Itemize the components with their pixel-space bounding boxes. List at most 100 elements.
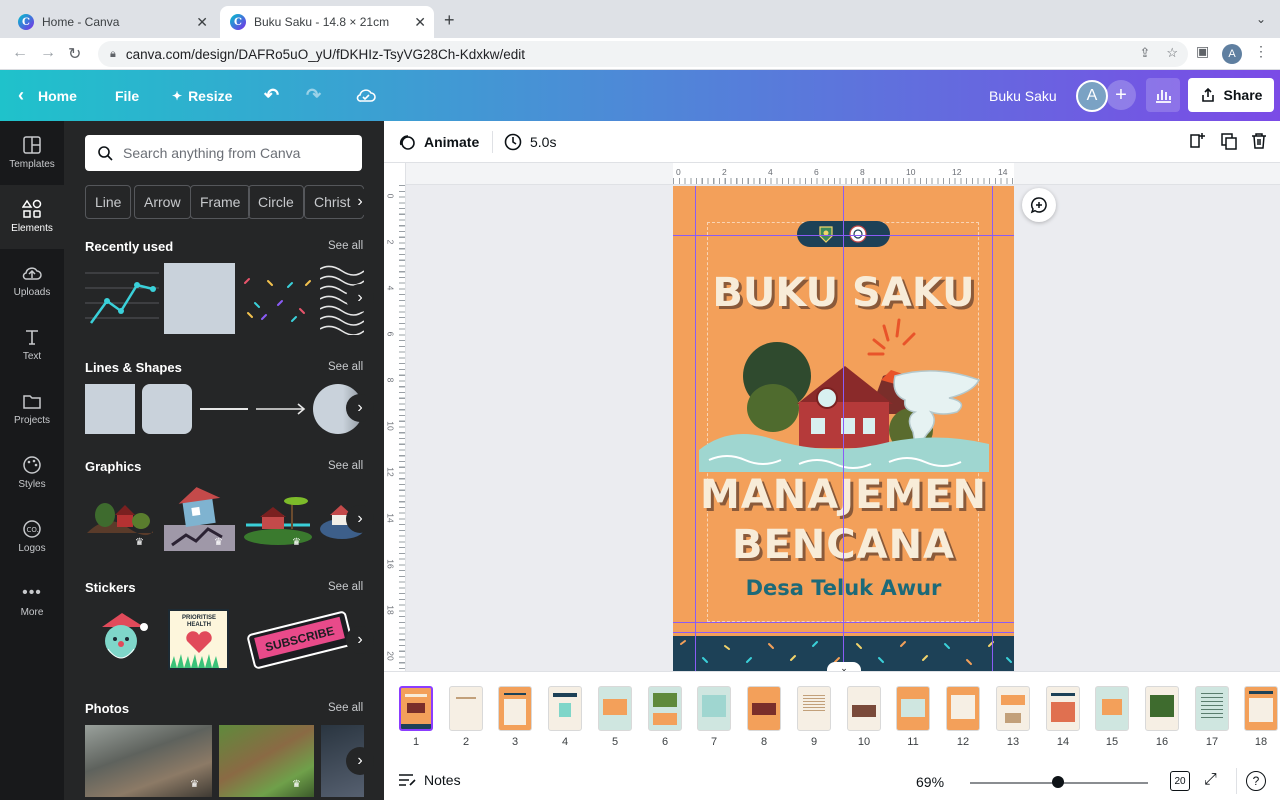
chips-next-arrow-icon[interactable]: › xyxy=(350,188,370,216)
stickers-next-arrow-icon[interactable]: › xyxy=(346,626,374,654)
page-thumbnail[interactable] xyxy=(946,686,980,731)
rail-text[interactable]: Text xyxy=(0,313,64,377)
page-thumbnail[interactable] xyxy=(1244,686,1278,731)
notes-button[interactable]: Notes xyxy=(398,772,461,788)
rail-styles[interactable]: Styles xyxy=(0,441,64,505)
line-chart-element-thumb[interactable] xyxy=(85,263,159,333)
page-thumbnail[interactable] xyxy=(747,686,781,731)
user-avatar[interactable]: A xyxy=(1076,80,1108,112)
arrow-line-shape-thumb[interactable] xyxy=(256,402,308,416)
rounded-square-shape-thumb[interactable] xyxy=(142,384,192,434)
rail-templates[interactable]: Templates xyxy=(0,121,64,185)
square-shape-thumb[interactable] xyxy=(85,384,135,434)
prioritise-health-sticker-thumb[interactable]: PRIORITISE HEALTH xyxy=(168,609,229,670)
rail-projects[interactable]: Projects xyxy=(0,377,64,441)
disaster-illustration[interactable] xyxy=(699,314,989,474)
file-menu-button[interactable]: File xyxy=(115,70,139,121)
resize-button[interactable]: ✦ Resize xyxy=(172,70,232,121)
browser-profile-avatar[interactable]: A xyxy=(1222,44,1242,64)
page-thumbnail[interactable] xyxy=(598,686,632,731)
new-tab-button[interactable]: + xyxy=(444,10,455,31)
guide-line xyxy=(673,632,1014,633)
page-thumbnail[interactable] xyxy=(847,686,881,731)
see-all-lines[interactable]: See all xyxy=(328,361,363,373)
page-thumbnail[interactable] xyxy=(697,686,731,731)
lines-next-arrow-icon[interactable]: › xyxy=(346,394,374,422)
add-comment-button[interactable] xyxy=(1022,188,1056,222)
page-thumbnail[interactable] xyxy=(548,686,582,731)
forward-arrow-icon[interactable]: → xyxy=(40,44,56,62)
show-pages-chevron-icon[interactable]: ⌄ xyxy=(827,662,861,671)
design-title[interactable]: Buku Saku xyxy=(989,70,1057,121)
design-page[interactable]: BUKU SAKU MANAJEMEN BENCANA Desa Teluk A… xyxy=(673,186,1014,671)
page-thumbnail[interactable] xyxy=(797,686,831,731)
graphics-next-arrow-icon[interactable]: › xyxy=(346,505,374,533)
close-tab-icon[interactable]: ✕ xyxy=(196,14,208,31)
delete-page-icon[interactable] xyxy=(1250,132,1268,155)
page-thumbnail[interactable] xyxy=(399,686,433,731)
earthquake-house-graphic-thumb[interactable] xyxy=(164,485,235,551)
confetti-element-thumb[interactable] xyxy=(240,263,314,333)
duplicate-page-icon[interactable] xyxy=(1220,132,1238,155)
landslide-house-graphic-thumb[interactable] xyxy=(85,485,155,551)
page-thumbnail[interactable] xyxy=(449,686,483,731)
photos-next-arrow-icon[interactable]: › xyxy=(346,747,374,775)
share-button[interactable]: Share xyxy=(1188,78,1274,112)
santa-sticker-thumb[interactable] xyxy=(88,609,154,671)
page-thumbnail[interactable] xyxy=(498,686,532,731)
share-page-icon[interactable]: ⇪ xyxy=(1139,45,1150,61)
page-thumbnail[interactable] xyxy=(996,686,1030,731)
search-input[interactable]: Search anything from Canva xyxy=(85,135,362,171)
insights-chart-icon[interactable] xyxy=(1146,78,1180,112)
undo-icon[interactable]: ↶ xyxy=(264,70,279,121)
side-panel-icon[interactable]: ▣ xyxy=(1196,43,1209,60)
subscribe-sticker-thumb[interactable]: SUBSCRIBE xyxy=(244,607,356,673)
zoom-slider-handle[interactable] xyxy=(1052,776,1064,788)
animate-button[interactable]: Animate xyxy=(398,121,479,163)
cloud-saved-icon[interactable] xyxy=(356,70,376,121)
page-thumbnail[interactable] xyxy=(1046,686,1080,731)
rail-elements[interactable]: Elements xyxy=(0,185,64,249)
rail-more[interactable]: ••• More xyxy=(0,569,64,633)
see-all-graphics[interactable]: See all xyxy=(328,460,363,472)
bookmark-star-icon[interactable]: ☆ xyxy=(1166,45,1178,61)
reload-icon[interactable]: ↻ xyxy=(68,44,81,64)
close-tab-icon[interactable]: ✕ xyxy=(414,14,426,31)
chip-frame[interactable]: Frame xyxy=(190,185,251,219)
page-thumbnail[interactable] xyxy=(896,686,930,731)
duration-button[interactable]: 5.0s xyxy=(504,121,556,163)
page-thumbnail[interactable] xyxy=(648,686,682,731)
clock-icon xyxy=(504,133,522,151)
line-shape-thumb[interactable] xyxy=(200,408,248,410)
tab-buku-saku[interactable]: C Buku Saku - 14.8 × 21cm ✕ xyxy=(220,6,434,38)
page-count-button[interactable]: 20 xyxy=(1170,771,1190,791)
see-all-photos[interactable]: See all xyxy=(328,702,363,714)
text-icon xyxy=(26,330,38,345)
recent-next-arrow-icon[interactable]: › xyxy=(346,284,374,312)
square-element-thumb[interactable] xyxy=(164,263,235,334)
redo-icon[interactable]: ↷ xyxy=(306,70,321,121)
add-page-icon[interactable] xyxy=(1188,132,1206,155)
tab-home-canva[interactable]: C Home - Canva ✕ xyxy=(8,6,216,38)
rail-uploads[interactable]: Uploads xyxy=(0,249,64,313)
page-thumbnail[interactable] xyxy=(1095,686,1129,731)
chip-line[interactable]: Line xyxy=(85,185,132,219)
page-thumbnail[interactable] xyxy=(1145,686,1179,731)
browser-menu-icon[interactable]: ⋮ xyxy=(1254,43,1268,60)
templates-icon xyxy=(23,136,41,154)
zoom-level[interactable]: 69% xyxy=(916,774,944,790)
page-thumbnail[interactable] xyxy=(1195,686,1229,731)
see-all-recent[interactable]: See all xyxy=(328,240,363,252)
home-button[interactable]: ‹ Home xyxy=(18,70,77,121)
help-icon[interactable]: ? xyxy=(1246,771,1266,791)
flood-house-graphic-thumb[interactable] xyxy=(242,485,314,551)
see-all-stickers[interactable]: See all xyxy=(328,581,363,593)
back-arrow-icon[interactable]: ← xyxy=(12,44,28,62)
chip-arrow[interactable]: Arrow xyxy=(134,185,191,219)
invite-plus-button[interactable]: + xyxy=(1106,80,1136,110)
tab-search-chevron-icon[interactable]: ⌄ xyxy=(1256,12,1266,26)
url-field[interactable]: 🔒︎ canva.com/design/DAFRo5uO_yU/fDKHIz-T… xyxy=(98,41,1188,67)
fullscreen-expand-icon[interactable]: ⤢ xyxy=(1204,771,1217,789)
rail-logos[interactable]: CO. Logos xyxy=(0,505,64,569)
chip-circle[interactable]: Circle xyxy=(248,185,304,219)
